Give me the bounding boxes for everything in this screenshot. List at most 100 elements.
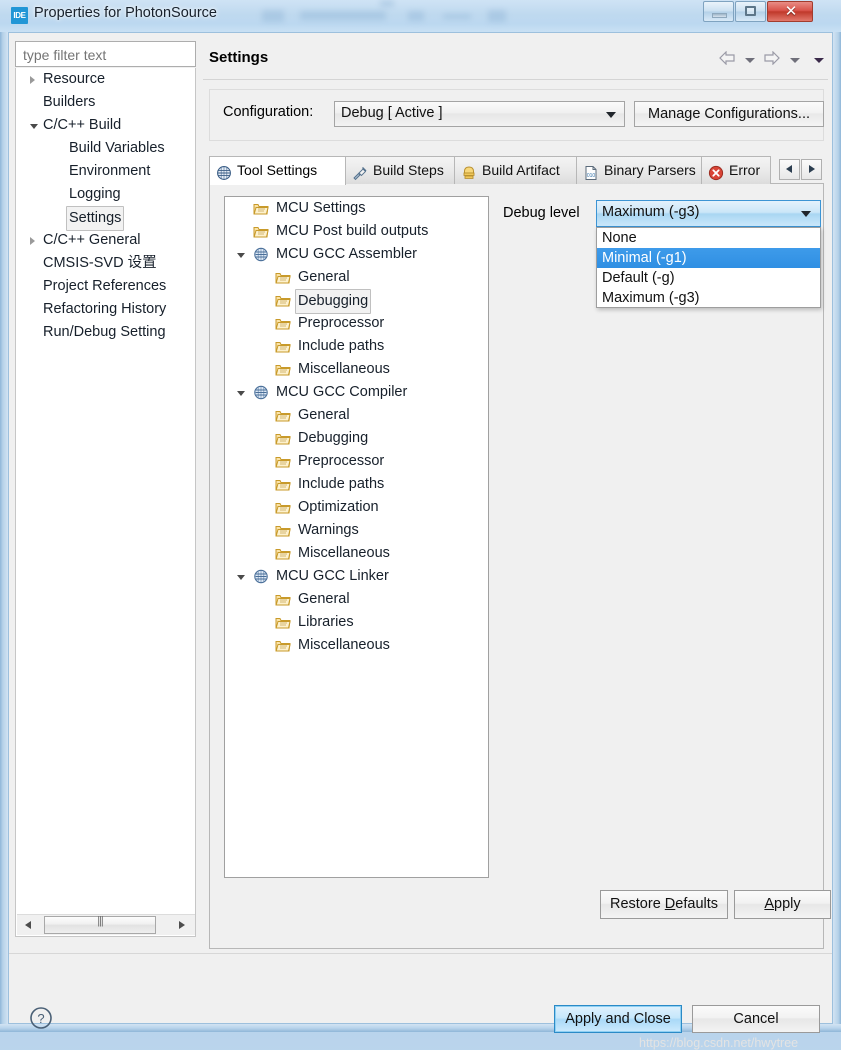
tool-icon [253, 247, 269, 262]
configuration-combo[interactable]: Debug [ Active ] [334, 101, 625, 127]
tool-tree-item[interactable]: Include paths [225, 473, 488, 496]
close-button[interactable]: ✕ [767, 1, 813, 22]
watermark-text: https://blog.csdn.net/hwytree [639, 1036, 799, 1050]
tree-expand-arrow-closed-icon[interactable] [30, 237, 35, 245]
apply-and-close-button[interactable]: Apply and Close [554, 1005, 682, 1033]
tab-tool-settings[interactable]: Tool Settings [209, 156, 346, 185]
sidebar-item-environment[interactable]: Environment [16, 160, 195, 183]
sidebar-item-label: C/C++ General [43, 232, 141, 248]
tool-tree-item[interactable]: MCU GCC Assembler [225, 243, 488, 266]
view-menu-icon[interactable] [814, 58, 824, 63]
tool-tree-item[interactable]: General [225, 404, 488, 427]
dialog-client-area: Resource Builders C/C++ Build Build Variabl… [8, 32, 833, 1050]
forward-arrow-icon[interactable] [764, 50, 780, 70]
sidebar-item-run-debug-setting[interactable]: Run/Debug Setting [16, 321, 195, 344]
chevron-right-icon [179, 921, 185, 929]
folder-icon [253, 224, 269, 239]
sidebar-item-label: Resource [43, 71, 106, 87]
sidebar-item-build-variables[interactable]: Build Variables [16, 137, 195, 160]
folder-icon [275, 339, 291, 354]
tool-tree-item-label: Preprocessor [298, 453, 385, 469]
manage-configurations-button[interactable]: Manage Configurations... [634, 101, 824, 127]
scroll-right-button[interactable] [172, 915, 192, 935]
sidebar-item-settings[interactable]: Settings [16, 206, 195, 231]
debug-level-combo[interactable]: Maximum (-g3) [596, 200, 821, 227]
folder-icon [275, 270, 291, 285]
sidebar-item-c-c-general[interactable]: C/C++ General [16, 229, 195, 252]
tab-error[interactable]: Error [701, 156, 771, 184]
back-arrow-icon[interactable] [719, 50, 735, 70]
tool-icon [253, 569, 269, 584]
sidebar-item-project-references[interactable]: Project References [16, 275, 195, 298]
tool-tree-item[interactable]: Debugging [225, 427, 488, 450]
tree-horizontal-scrollbar[interactable] [17, 914, 195, 935]
chevron-left-icon [25, 921, 31, 929]
folder-icon [275, 546, 291, 561]
tool-tree-item[interactable]: General [225, 266, 488, 289]
build-steps-icon [352, 163, 368, 181]
sidebar-item-logging[interactable]: Logging [16, 183, 195, 206]
debug-level-option[interactable]: Minimal (-g1) [597, 248, 820, 268]
maximize-button[interactable] [735, 1, 766, 22]
scrollbar-thumb[interactable] [44, 915, 156, 934]
settings-tree[interactable]: Resource Builders C/C++ Build Build Variabl… [15, 68, 196, 937]
background-ghost [262, 10, 284, 22]
sidebar-item-builders[interactable]: Builders [16, 91, 195, 114]
scroll-left-button[interactable] [19, 915, 39, 935]
page-navigation-icons [714, 50, 824, 70]
back-dropdown-icon[interactable] [744, 58, 755, 63]
tool-tree-item[interactable]: Include paths [225, 335, 488, 358]
sidebar-item-resource[interactable]: Resource [16, 68, 195, 91]
tool-tree-item[interactable]: Warnings [225, 519, 488, 542]
sidebar-item-label: CMSIS-SVD 设置 [43, 255, 157, 271]
tool-tree-item[interactable]: MCU GCC Linker [225, 565, 488, 588]
tool-tree-item-label: Miscellaneous [298, 545, 390, 561]
page-title: Settings [209, 49, 269, 66]
filter-input[interactable] [21, 45, 193, 65]
tool-tree-item-label: Include paths [298, 338, 385, 354]
folder-icon [253, 201, 269, 216]
tool-tree-item[interactable]: Miscellaneous [225, 634, 488, 657]
tab-build-artifact[interactable]: Build Artifact [454, 156, 577, 184]
tool-settings-tree[interactable]: MCU Settings MCU Post build outputs MCU GC… [224, 196, 489, 878]
forward-dropdown-icon[interactable] [789, 58, 800, 63]
tree-expand-arrow-open-icon[interactable] [237, 575, 245, 580]
tool-tree-item[interactable]: Miscellaneous [225, 542, 488, 565]
tool-tree-item[interactable]: Debugging [225, 289, 488, 314]
filter-box[interactable] [15, 41, 196, 67]
tree-expand-arrow-open-icon[interactable] [237, 391, 245, 396]
tool-tree-item-label: Miscellaneous [298, 361, 390, 377]
debug-level-combo-value: Maximum (-g3) [602, 204, 700, 220]
debug-level-option[interactable]: Maximum (-g3) [597, 288, 820, 308]
apply-button[interactable]: Apply [734, 890, 831, 919]
background-ghost [380, 0, 394, 7]
debug-level-dropdown-list[interactable]: None Minimal (-g1) Default (-g) Maximum (-g… [596, 227, 821, 308]
tool-tree-item[interactable]: General [225, 588, 488, 611]
tool-tree-item[interactable]: MCU GCC Compiler [225, 381, 488, 404]
tool-tree-item[interactable]: Preprocessor [225, 450, 488, 473]
tool-tree-item[interactable]: Libraries [225, 611, 488, 634]
tree-expand-arrow-open-icon[interactable] [237, 253, 245, 258]
tree-expand-arrow-open-icon[interactable] [30, 124, 38, 129]
sidebar-item-refactoring-history[interactable]: Refactoring History [16, 298, 195, 321]
cancel-button[interactable]: Cancel [692, 1005, 820, 1033]
sidebar-item-cmsis-svd[interactable]: CMSIS-SVD 设置 [16, 252, 195, 275]
sidebar-item-label: Builders [43, 94, 96, 110]
tab-binary-parsers[interactable]: 010 Binary Parsers [576, 156, 702, 184]
tool-tree-item[interactable]: Optimization [225, 496, 488, 519]
tree-expand-arrow-closed-icon[interactable] [30, 76, 35, 84]
sidebar-item-c-c-build[interactable]: C/C++ Build [16, 114, 195, 137]
debug-level-option[interactable]: None [597, 228, 820, 248]
tab-scroll-prev-button[interactable] [779, 159, 800, 180]
properties-dialog-window: IDE Properties for PhotonSource ✕ Resour… [0, 0, 841, 1050]
tool-tree-item[interactable]: MCU Settings [225, 197, 488, 220]
restore-defaults-button[interactable]: Restore Defaults [600, 890, 728, 919]
debug-level-option[interactable]: Default (-g) [597, 268, 820, 288]
tool-tree-item[interactable]: MCU Post build outputs [225, 220, 488, 243]
tool-tree-item[interactable]: Preprocessor [225, 312, 488, 335]
tool-tree-item[interactable]: Miscellaneous [225, 358, 488, 381]
tab-scroll-next-button[interactable] [801, 159, 822, 180]
minimize-button[interactable] [703, 1, 734, 22]
help-icon[interactable]: ? [29, 1006, 53, 1030]
tab-build-steps[interactable]: Build Steps [345, 156, 455, 184]
